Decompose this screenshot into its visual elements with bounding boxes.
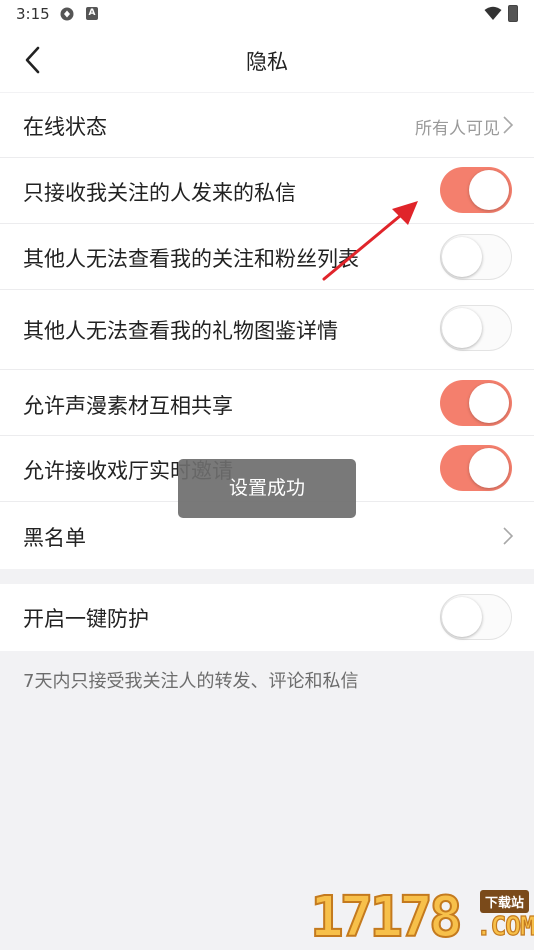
protection-footer-note: 7天内只接受我关注人的转发、评论和私信 xyxy=(23,671,359,692)
toast-message: 设置成功 xyxy=(178,459,356,518)
one-click-protection-label: 开启一键防护 xyxy=(23,607,149,631)
chevron-right-icon xyxy=(503,527,514,545)
allow-material-sharing-toggle[interactable] xyxy=(440,380,512,426)
hide-follow-lists-label: 其他人无法查看我的关注和粉丝列表 xyxy=(23,247,359,271)
online-status-value: 所有人可见 xyxy=(415,119,500,139)
online-status-row[interactable]: 在线状态 所有人可见 xyxy=(0,93,534,158)
hide-gift-details-row: 其他人无法查看我的礼物图鉴详情 xyxy=(0,290,534,370)
status-time: 3:15 xyxy=(16,5,50,23)
one-click-protection-toggle[interactable] xyxy=(440,594,512,640)
hide-gift-details-toggle[interactable] xyxy=(440,305,512,351)
a-badge-icon: A xyxy=(86,7,98,20)
allow-hall-invites-toggle[interactable] xyxy=(440,445,512,491)
annotation-arrow-icon xyxy=(322,201,418,281)
toggle-knob xyxy=(469,383,509,423)
sync-icon xyxy=(60,7,74,21)
toggle-knob xyxy=(469,448,509,488)
allow-material-sharing-row: 允许声漫素材互相共享 xyxy=(0,370,534,436)
hide-follow-lists-toggle[interactable] xyxy=(440,234,512,280)
toggle-knob xyxy=(469,170,509,210)
hide-follow-lists-row: 其他人无法查看我的关注和粉丝列表 xyxy=(0,224,534,290)
wifi-icon xyxy=(484,6,502,20)
watermark-suffix: .COM xyxy=(475,911,534,942)
online-status-label: 在线状态 xyxy=(23,115,107,139)
protection-settings-group: 开启一键防护 xyxy=(0,584,534,651)
watermark-tag: 下载站 xyxy=(480,890,530,913)
allow-material-sharing-label: 允许声漫素材互相共享 xyxy=(23,394,233,418)
hide-gift-details-label: 其他人无法查看我的礼物图鉴详情 xyxy=(23,319,338,343)
status-bar: 3:15 A xyxy=(0,0,534,28)
blacklist-label: 黑名单 xyxy=(23,526,86,550)
chevron-right-icon xyxy=(503,116,514,134)
toggle-knob xyxy=(442,236,482,277)
one-click-protection-row: 开启一键防护 xyxy=(0,584,534,651)
only-followed-messages-row: 只接收我关注的人发来的私信 xyxy=(0,158,534,224)
page-title: 隐私 xyxy=(246,50,288,74)
only-followed-messages-toggle[interactable] xyxy=(440,167,512,213)
nav-bar: 隐私 xyxy=(0,28,534,92)
watermark-digits: 17178 xyxy=(309,885,464,950)
toggle-knob xyxy=(442,596,482,637)
only-followed-messages-label: 只接收我关注的人发来的私信 xyxy=(23,181,296,205)
watermark-logo: 17178 下载站 .COM xyxy=(309,885,534,950)
battery-icon xyxy=(508,5,518,22)
toggle-knob xyxy=(442,307,482,348)
